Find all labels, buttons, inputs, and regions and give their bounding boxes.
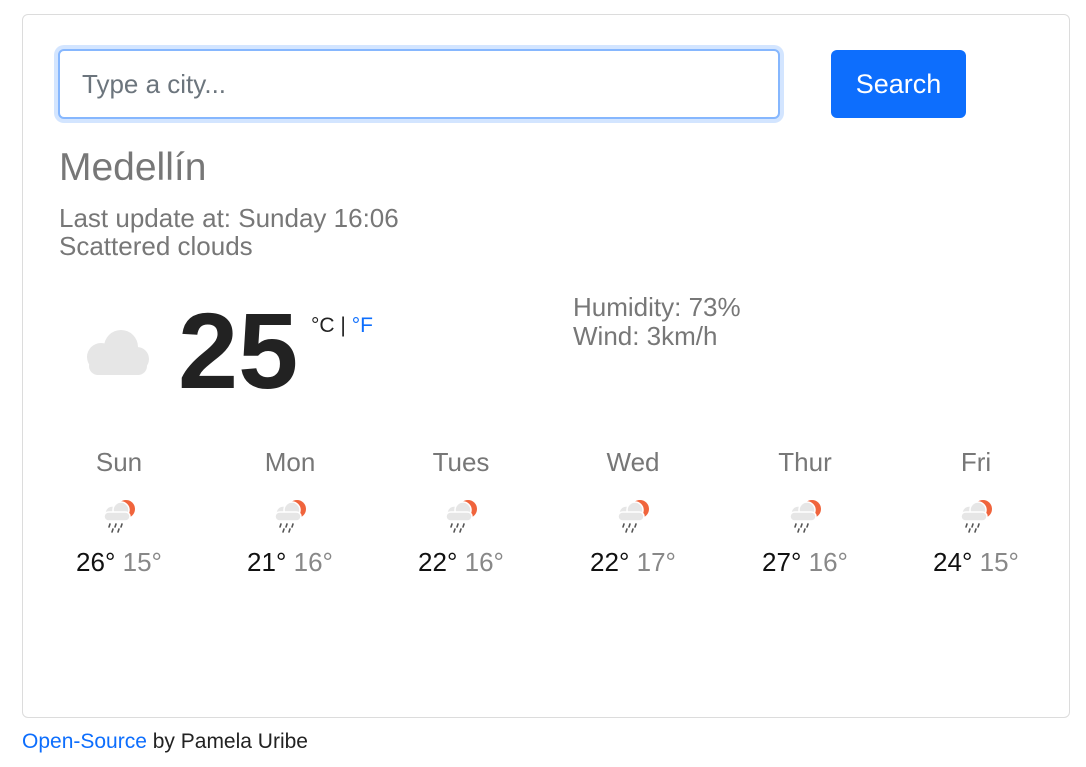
- rain-sun-icon: [103, 500, 135, 533]
- forecast-day-name: Thur: [778, 447, 832, 477]
- unit-separator: |: [340, 314, 346, 337]
- forecast-day: Sun 26° 15°: [39, 445, 199, 579]
- weather-card: Search Medellín Last update at: Sunday 1…: [22, 14, 1070, 718]
- city-search-input[interactable]: [58, 49, 780, 119]
- fahrenheit-link[interactable]: °F: [352, 314, 373, 337]
- forecast-day-name: Tues: [432, 447, 490, 477]
- forecast-min-temp: 15°: [122, 547, 162, 577]
- forecast-temps: 22° 16°: [381, 545, 541, 579]
- footer: Open-Source by Pamela Uribe: [22, 728, 308, 756]
- forecast-max-temp: 27°: [762, 547, 802, 577]
- forecast-day: Mon 21° 16°: [210, 445, 370, 579]
- forecast-temps: 24° 15°: [896, 545, 1056, 579]
- rain-sun-icon: [789, 500, 821, 533]
- city-name: Medellín: [59, 146, 207, 189]
- current-temperature: 25: [178, 290, 299, 411]
- forecast-day: Wed 22° 17°: [553, 445, 713, 579]
- rain-sun-icon: [617, 500, 649, 533]
- forecast-max-temp: 22°: [418, 547, 458, 577]
- forecast-temps: 27° 16°: [725, 545, 885, 579]
- forecast-min-temp: 16°: [293, 547, 333, 577]
- forecast-max-temp: 24°: [933, 547, 973, 577]
- footer-author-text: by Pamela Uribe: [146, 730, 308, 753]
- open-source-link[interactable]: Open-Source: [22, 730, 147, 753]
- rain-sun-icon: [960, 500, 992, 533]
- forecast-day-name: Mon: [264, 447, 316, 477]
- forecast-temps: 26° 15°: [39, 545, 199, 579]
- forecast-day: Thur 27° 16°: [725, 445, 885, 579]
- wind-text: Wind: 3km/h: [573, 321, 718, 351]
- forecast-day-name: Fri: [960, 447, 992, 477]
- forecast-day: Fri 24° 15°: [896, 445, 1056, 579]
- forecast-day: Tues 22° 16°: [381, 445, 541, 579]
- forecast-row: Sun 26° 15° Mon 21° 16° Tues 22° 16° Wed…: [23, 445, 1071, 615]
- unit-toggle: °C | °F: [311, 313, 373, 339]
- forecast-min-temp: 16°: [464, 547, 504, 577]
- rain-sun-icon: [274, 500, 306, 533]
- cloud-icon: [87, 330, 149, 375]
- forecast-temps: 22° 17°: [553, 545, 713, 579]
- humidity-text: Humidity: 73%: [573, 292, 741, 322]
- last-update-text: Last update at: Sunday 16:06: [59, 203, 399, 233]
- search-button[interactable]: Search: [831, 50, 966, 118]
- forecast-max-temp: 26°: [76, 547, 116, 577]
- forecast-min-temp: 15°: [979, 547, 1019, 577]
- weather-description: Scattered clouds: [59, 231, 253, 261]
- weather-details: Humidity: 73% Wind: 3km/h: [573, 293, 741, 351]
- forecast-max-temp: 22°: [590, 547, 630, 577]
- forecast-max-temp: 21°: [247, 547, 287, 577]
- celsius-unit: °C: [311, 314, 335, 337]
- forecast-temps: 21° 16°: [210, 545, 370, 579]
- forecast-day-name: Sun: [95, 447, 143, 477]
- forecast-min-temp: 16°: [808, 547, 848, 577]
- rain-sun-icon: [445, 500, 477, 533]
- forecast-day-name: Wed: [606, 447, 660, 477]
- forecast-min-temp: 17°: [636, 547, 676, 577]
